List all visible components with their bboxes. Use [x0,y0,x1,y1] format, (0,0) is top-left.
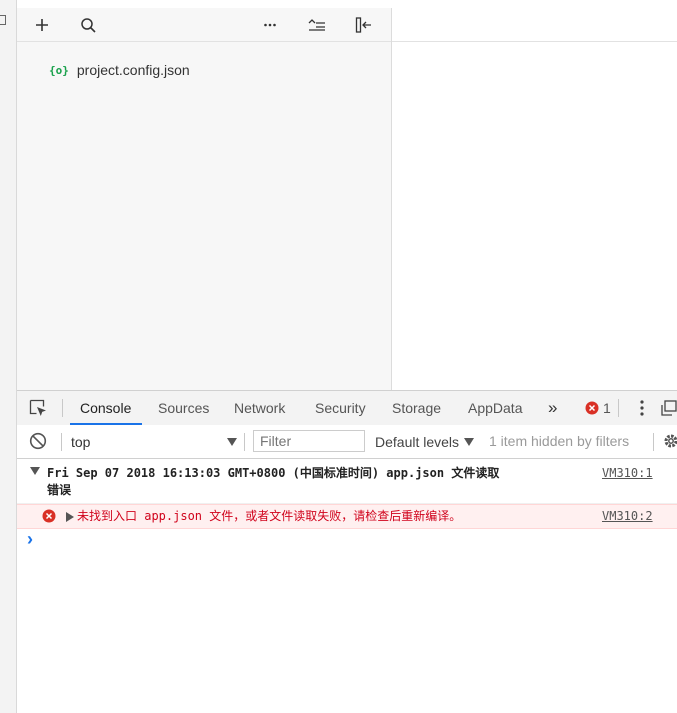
tab-separator [62,399,63,417]
file-explorer-panel: {o} project.config.json [17,8,392,390]
error-circle-icon [42,509,56,523]
add-file-button[interactable] [29,12,55,38]
tab-console[interactable]: Console [69,391,143,425]
tab-network[interactable]: Network [234,391,285,425]
dock-side-button[interactable] [351,12,377,38]
hidden-items-note: 1 item hidden by filters [489,433,630,449]
dropdown-arrow-icon [227,437,237,446]
tab-storage[interactable]: Storage [392,391,441,425]
clear-console-button[interactable] [25,428,51,454]
gear-icon [664,434,677,448]
search-button[interactable] [75,12,101,38]
plus-icon [36,19,48,31]
levels-label: Default levels [375,433,460,450]
file-toolbar [17,8,391,42]
file-name-label: project.config.json [76,62,190,78]
console-error-message[interactable]: 未找到入口 app.json 文件，或者文件读取失败，请检查后重新编译。 VM3… [17,504,677,529]
filter-separator [653,433,654,451]
more-horizontal-icon [264,23,276,27]
file-item[interactable]: {o} project.config.json [49,60,190,80]
inspect-element-button[interactable] [25,395,51,421]
console-filter-bar: top Default levels 1 item hidden by filt… [17,425,677,459]
error-count: 1 [603,400,611,416]
message-source-link[interactable]: VM310:1 [602,465,653,481]
collapse-list-icon [308,19,325,31]
tab-security[interactable]: Security [315,391,366,425]
context-select[interactable]: top [71,425,237,458]
log-levels-select[interactable]: Default levels [375,425,475,458]
collapse-all-button[interactable] [304,12,330,38]
filter-separator [61,433,62,451]
more-tabs-button[interactable]: » [548,391,557,425]
panel-edge-icon [0,15,6,25]
filter-input[interactable] [253,430,365,452]
json-file-icon: {o} [49,63,69,77]
console-message[interactable]: Fri Sep 07 2018 16:13:03 GMT+0800 (中国标准时… [17,459,677,504]
more-options-button[interactable] [257,12,283,38]
console-output: Fri Sep 07 2018 16:13:03 GMT+0800 (中国标准时… [17,459,677,713]
message-text-line2: 错误 [47,483,72,497]
search-icon [81,18,96,33]
console-settings-button[interactable] [662,428,677,454]
tab-appdata[interactable]: AppData [468,391,522,425]
tab-separator [618,399,619,417]
tab-sources[interactable]: Sources [158,391,209,425]
kebab-menu-icon [640,400,644,416]
message-text-line1: Fri Sep 07 2018 16:13:03 GMT+0800 (中国标准时… [47,466,500,480]
editor-toolbar [392,8,677,42]
error-message-text: 未找到入口 app.json 文件，或者文件读取失败，请检查后重新编译。 [77,509,462,523]
inspect-cursor-icon [29,399,46,416]
undock-button[interactable] [661,395,677,421]
devtools-tab-bar: Console Sources Network Security Storage… [17,390,677,426]
collapse-sidebar-icon [355,17,371,33]
undock-icon [661,400,677,416]
editor-panel [392,8,677,390]
dropdown-arrow-icon [464,437,475,446]
devtools-menu-button[interactable] [629,395,655,421]
error-circle-icon [585,401,599,415]
context-value: top [71,433,91,450]
left-edge-strip [0,0,17,713]
block-icon [29,432,47,450]
error-source-link[interactable]: VM310:2 [602,508,653,524]
expand-triangle-icon[interactable] [30,467,40,475]
expand-arrow-icon[interactable] [66,512,74,522]
error-counter[interactable]: 1 [585,391,611,425]
console-prompt[interactable]: › [27,529,33,550]
filter-separator [244,433,245,451]
